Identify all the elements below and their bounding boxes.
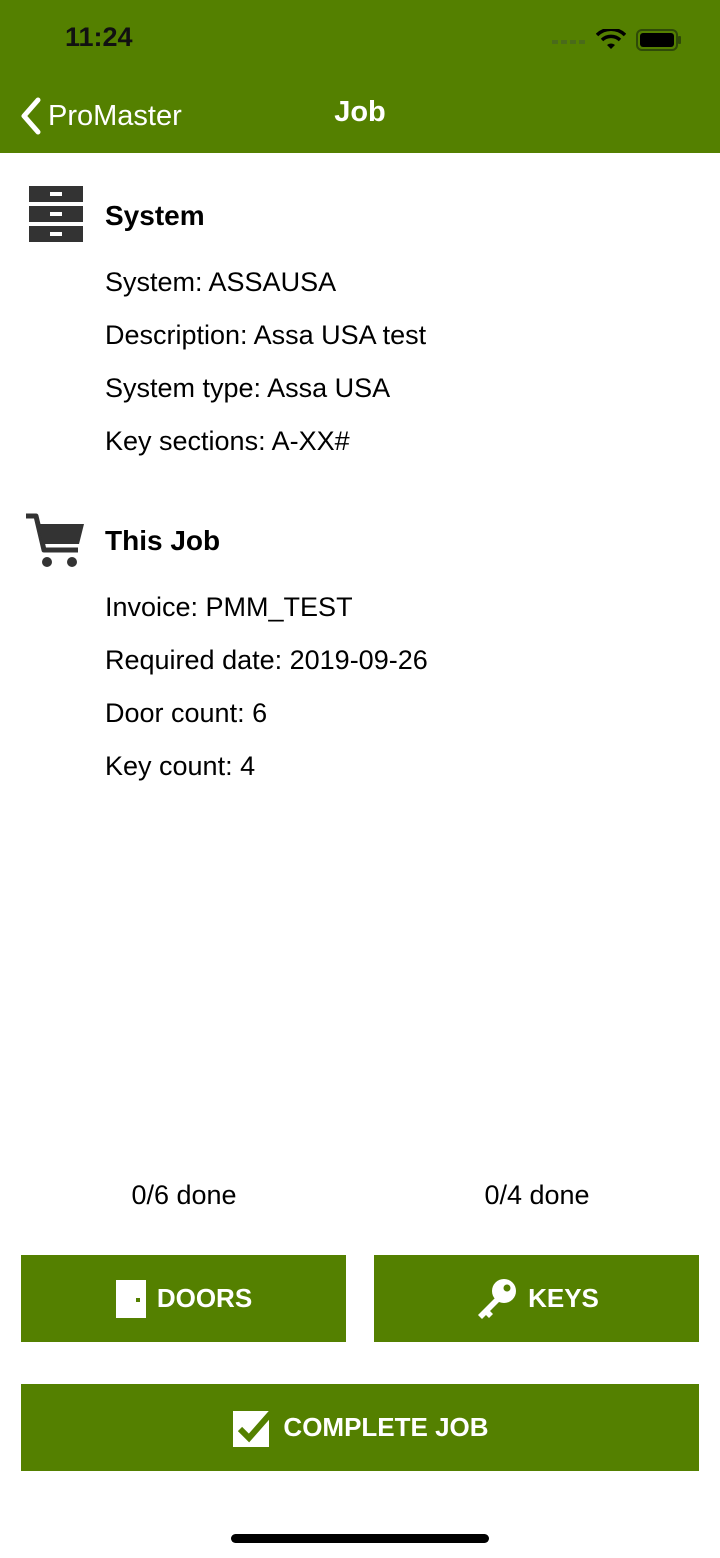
door-count: Door count: 6 (105, 698, 268, 728)
filing-cabinet-icon (29, 186, 83, 242)
job-heading: This Job (105, 525, 221, 556)
wifi-icon (596, 29, 626, 49)
cellular-signal-icon (552, 40, 585, 44)
required-date: Required date: 2019-09-26 (105, 645, 428, 675)
door-icon (115, 1279, 146, 1318)
doors-button-label: DOORS (156, 1283, 253, 1313)
status-icons (552, 26, 682, 54)
doors-progress: 0/6 done (131, 1180, 237, 1210)
complete-job-button[interactable]: COMPLETE JOB (21, 1384, 699, 1471)
system-description: Description: Assa USA test (105, 320, 427, 350)
navigation-header: 11:24 ProMaster Job (0, 0, 720, 153)
battery-icon (636, 29, 681, 51)
key-sections: Key sections: A-XX# (105, 426, 350, 456)
system-heading: System (105, 200, 205, 231)
key-icon (478, 1278, 517, 1319)
system-name: System: ASSAUSA (105, 267, 337, 297)
checkbox-checked-icon (233, 1410, 274, 1447)
doors-button[interactable]: DOORS (21, 1255, 346, 1342)
keys-button-label: KEYS (528, 1283, 599, 1313)
keys-progress: 0/4 done (484, 1180, 590, 1210)
shopping-cart-icon (26, 513, 84, 567)
invoice: Invoice: PMM_TEST (105, 592, 353, 622)
home-indicator[interactable] (231, 1534, 489, 1543)
key-count: Key count: 4 (105, 751, 256, 781)
complete-job-label: COMPLETE JOB (283, 1412, 489, 1442)
system-type: System type: Assa USA (105, 373, 391, 403)
page-title: Job (334, 96, 386, 128)
keys-button[interactable]: KEYS (374, 1255, 699, 1342)
status-time: 11:24 (65, 22, 133, 52)
